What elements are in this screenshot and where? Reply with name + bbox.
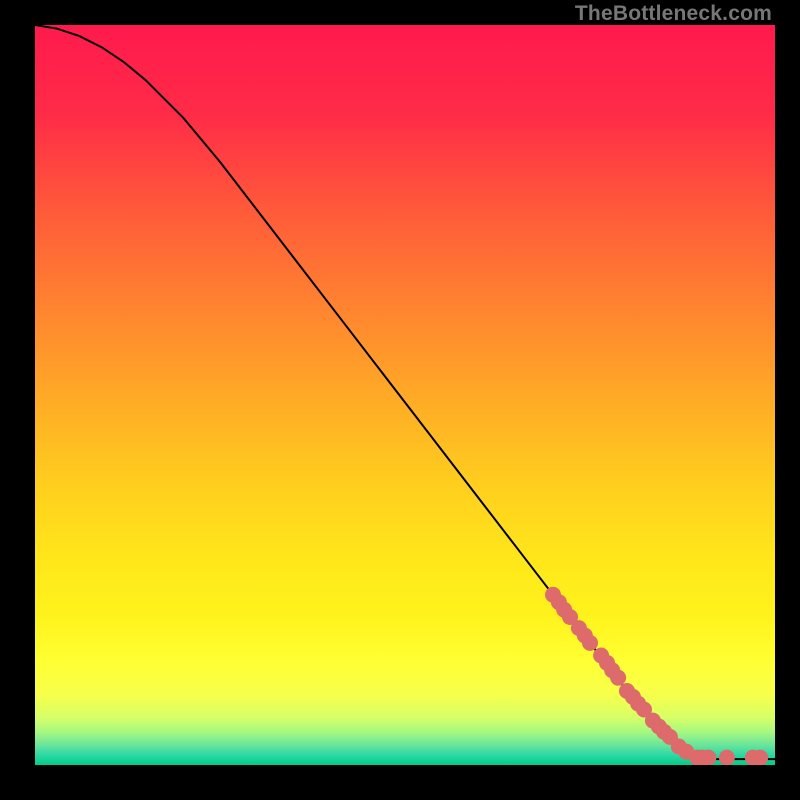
data-markers bbox=[545, 587, 768, 765]
data-point bbox=[752, 750, 768, 765]
data-point bbox=[610, 670, 626, 686]
curve-line bbox=[35, 25, 775, 759]
watermark-label: TheBottleneck.com bbox=[575, 2, 772, 26]
data-point bbox=[700, 750, 716, 765]
data-point bbox=[582, 635, 598, 651]
plot-area bbox=[35, 25, 775, 765]
chart-svg bbox=[35, 25, 775, 765]
chart-frame: TheBottleneck.com bbox=[0, 0, 800, 800]
data-point bbox=[719, 750, 735, 765]
